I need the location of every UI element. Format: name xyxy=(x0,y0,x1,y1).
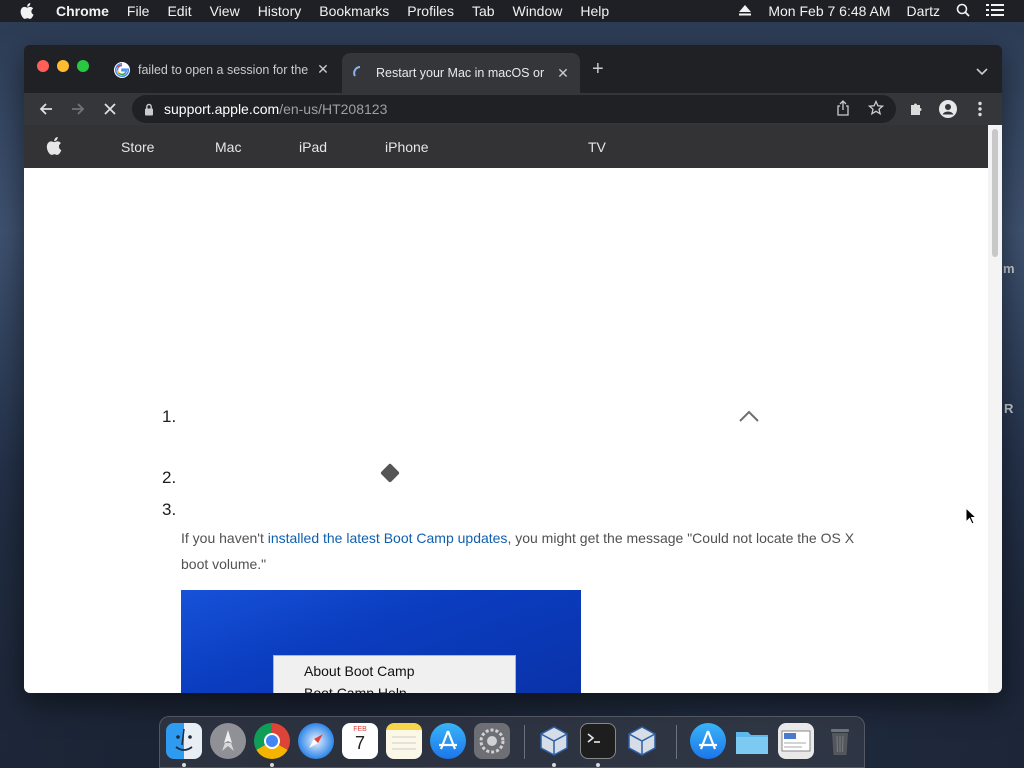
web-page: Store Mac iPad iPhone TV 1. 2. 3. If you… xyxy=(24,125,988,693)
dock-separator xyxy=(676,725,677,759)
share-icon[interactable] xyxy=(836,99,850,119)
tab-restart-mac[interactable]: Restart your Mac in macOS or ✕ xyxy=(342,53,580,93)
lock-icon[interactable] xyxy=(144,103,154,116)
mouse-pointer-icon xyxy=(965,506,978,530)
app-store-icon[interactable] xyxy=(430,723,466,759)
stop-loading-icon[interactable] xyxy=(100,99,120,119)
bookmark-star-icon[interactable] xyxy=(867,99,885,119)
context-menu-item: Boot Camp Help xyxy=(304,685,407,693)
tab-search-chevron-icon[interactable] xyxy=(976,63,988,81)
context-menu-item: About Boot Camp xyxy=(304,663,415,679)
menu-app-name[interactable]: Chrome xyxy=(56,3,109,19)
url-host: support.apple.com xyxy=(164,101,280,117)
menu-file[interactable]: File xyxy=(127,3,150,19)
zoom-window-button[interactable] xyxy=(77,60,89,72)
chrome-menu-icon[interactable] xyxy=(970,99,990,119)
close-window-button[interactable] xyxy=(37,60,49,72)
menu-window[interactable]: Window xyxy=(513,3,563,19)
boot-camp-screenshot: About Boot Camp Boot Camp Help xyxy=(181,590,581,693)
running-indicator xyxy=(182,763,186,767)
back-arrow-icon[interactable] xyxy=(36,99,56,119)
calendar-day: 7 xyxy=(354,733,365,753)
tab-google-search[interactable]: failed to open a session for the ✕ xyxy=(104,53,340,86)
close-tab-icon[interactable]: ✕ xyxy=(316,61,330,78)
google-icon xyxy=(114,61,130,78)
dock: FEB 7 xyxy=(159,716,865,768)
running-indicator xyxy=(552,763,556,767)
dock-separator xyxy=(524,725,525,759)
boot-camp-updates-link[interactable]: installed the latest Boot Camp updates xyxy=(268,530,508,546)
boot-camp-context-menu: About Boot Camp Boot Camp Help xyxy=(273,655,516,693)
menu-bookmarks[interactable]: Bookmarks xyxy=(319,3,389,19)
menu-help[interactable]: Help xyxy=(580,3,609,19)
control-center-icon[interactable] xyxy=(986,3,1004,20)
menu-tab[interactable]: Tab xyxy=(472,3,495,19)
app-store-download-icon[interactable] xyxy=(690,723,726,759)
safari-icon[interactable] xyxy=(298,723,334,759)
chrome-window: failed to open a session for the ✕ Resta… xyxy=(24,45,1002,693)
window-controls xyxy=(37,60,89,72)
folder-icon[interactable] xyxy=(734,723,770,759)
launchpad-icon[interactable] xyxy=(210,723,246,759)
menu-bar: Chrome File Edit View History Bookmarks … xyxy=(0,0,1024,22)
calendar-month: FEB xyxy=(353,726,367,733)
browser-toolbar: support.apple.com/en-us/HT208123 xyxy=(24,93,1002,125)
address-bar[interactable]: support.apple.com/en-us/HT208123 xyxy=(132,95,896,123)
step-number: 2. xyxy=(162,468,177,487)
loading-diamond-icon xyxy=(380,463,400,483)
step-number: 1. xyxy=(162,407,177,426)
step-number: 3. xyxy=(162,500,177,519)
apple-menu-icon[interactable] xyxy=(20,3,38,19)
new-tab-button[interactable]: + xyxy=(592,57,604,81)
paragraph-text: If you haven't xyxy=(181,530,268,546)
menu-profiles[interactable]: Profiles xyxy=(407,3,454,19)
menu-edit[interactable]: Edit xyxy=(167,3,191,19)
loading-spinner-icon xyxy=(352,65,368,81)
menubar-user[interactable]: Dartz xyxy=(907,3,940,19)
menu-history[interactable]: History xyxy=(258,3,302,19)
system-preferences-icon[interactable] xyxy=(474,723,510,759)
article-steps: 1. 2. 3. If you haven't installed the la… xyxy=(24,125,988,693)
tab-title: failed to open a session for the xyxy=(138,62,308,77)
profile-avatar-icon[interactable] xyxy=(938,99,958,119)
screenshot-icon[interactable] xyxy=(778,723,814,759)
finder-icon[interactable] xyxy=(166,723,202,759)
extensions-puzzle-icon[interactable] xyxy=(906,99,926,119)
tab-title: Restart your Mac in macOS or xyxy=(376,66,545,80)
running-indicator xyxy=(596,763,600,767)
boot-camp-paragraph: If you haven't installed the latest Boot… xyxy=(181,525,861,577)
eject-icon[interactable] xyxy=(738,3,752,19)
close-tab-icon[interactable]: ✕ xyxy=(556,65,570,82)
url-path: /en-us/HT208123 xyxy=(279,101,388,117)
desktop-text-fragment: m xyxy=(1003,261,1015,276)
desktop-text-fragment: R xyxy=(1004,401,1014,416)
tab-strip: failed to open a session for the ✕ Resta… xyxy=(24,45,1002,93)
notes-icon[interactable] xyxy=(386,723,422,759)
menubar-clock[interactable]: Mon Feb 7 6:48 AM xyxy=(768,3,890,19)
virtualbox-icon[interactable] xyxy=(624,723,660,759)
chrome-icon[interactable] xyxy=(254,723,290,759)
chevron-up-icon[interactable] xyxy=(738,408,760,428)
page-scrollbar[interactable] xyxy=(988,125,1002,693)
menu-view[interactable]: View xyxy=(210,3,240,19)
running-indicator xyxy=(270,763,274,767)
terminal-icon[interactable] xyxy=(580,723,616,759)
forward-arrow-icon[interactable] xyxy=(68,99,88,119)
virtualbox-icon[interactable] xyxy=(536,723,572,759)
scrollbar-thumb[interactable] xyxy=(992,129,998,257)
spotlight-search-icon[interactable] xyxy=(956,3,970,20)
minimize-window-button[interactable] xyxy=(57,60,69,72)
trash-icon[interactable] xyxy=(822,723,858,759)
calendar-icon[interactable]: FEB 7 xyxy=(342,723,378,759)
